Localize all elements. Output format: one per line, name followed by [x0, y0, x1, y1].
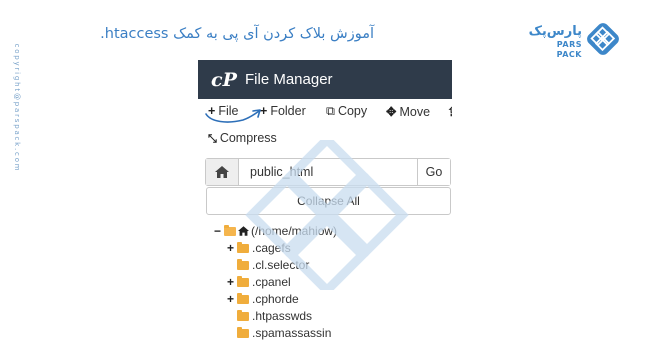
copyright-vertical: copyright@parspack.com — [10, 0, 24, 230]
tree-item-label: .cl.selector — [252, 258, 310, 272]
brand-name-en: PARS PACK — [556, 40, 582, 59]
go-button[interactable]: Go — [417, 159, 450, 185]
folder-icon — [237, 327, 249, 338]
cpanel-logo: cP — [211, 69, 237, 91]
folder-icon — [237, 242, 249, 253]
folder-icon — [237, 276, 249, 287]
new-file-button[interactable]: + File — [208, 104, 238, 118]
collapse-all-button[interactable]: Collapse All — [206, 187, 451, 215]
plus-icon: + — [260, 104, 268, 118]
tree-item-label: .cphorde — [252, 292, 299, 306]
folder-open-icon — [224, 225, 236, 236]
brand-name-fa: پارس‌پک — [528, 24, 582, 39]
folder-icon — [237, 310, 249, 321]
folder-icon — [237, 259, 249, 270]
file-manager-title: File Manager — [245, 71, 333, 88]
home-icon — [215, 166, 229, 178]
tree-item-label: .htpasswds — [252, 309, 313, 323]
collapse-toggle-icon[interactable]: − — [214, 224, 224, 238]
brand-logo-icon — [587, 23, 619, 55]
expand-toggle-icon[interactable]: + — [227, 275, 237, 289]
compress-button[interactable]: ⤡ Compress — [208, 131, 277, 146]
copy-button[interactable]: ⧉ Copy — [326, 104, 367, 119]
move-button[interactable]: ✥ Move — [386, 104, 430, 119]
brand-name: پارس‌پک PARS PACK — [528, 24, 582, 60]
path-input[interactable]: public_html — [250, 165, 313, 179]
new-folder-button[interactable]: + Folder — [260, 104, 306, 118]
copyright-text: copyright@parspack.com — [13, 43, 21, 173]
tree-item-label: .cpanel — [252, 275, 291, 289]
toolbar-overflow-item[interactable]: ⇪ — [447, 104, 452, 119]
plus-icon: + — [208, 104, 216, 118]
tree-item-label: .spamassassin — [252, 326, 332, 340]
file-manager-header: cP File Manager — [198, 60, 452, 99]
expand-toggle-icon[interactable]: + — [227, 241, 237, 255]
move-icon: ✥ — [386, 105, 397, 119]
copy-icon: ⧉ — [326, 104, 335, 118]
home-icon — [238, 226, 249, 236]
upload-icon: ⇪ — [447, 105, 452, 119]
tree-item-label: .cagefs — [252, 241, 291, 255]
folder-icon — [237, 293, 249, 304]
home-button[interactable] — [206, 159, 239, 185]
tree-root-label: (/home/mahiow) — [251, 224, 338, 238]
article-title: آموزش بلاک کردن آی پی به کمک htaccess. — [100, 26, 374, 42]
expand-toggle-icon[interactable]: + — [227, 292, 237, 306]
path-bar: public_html Go — [205, 158, 451, 186]
compress-icon: ⤡ — [208, 133, 217, 145]
